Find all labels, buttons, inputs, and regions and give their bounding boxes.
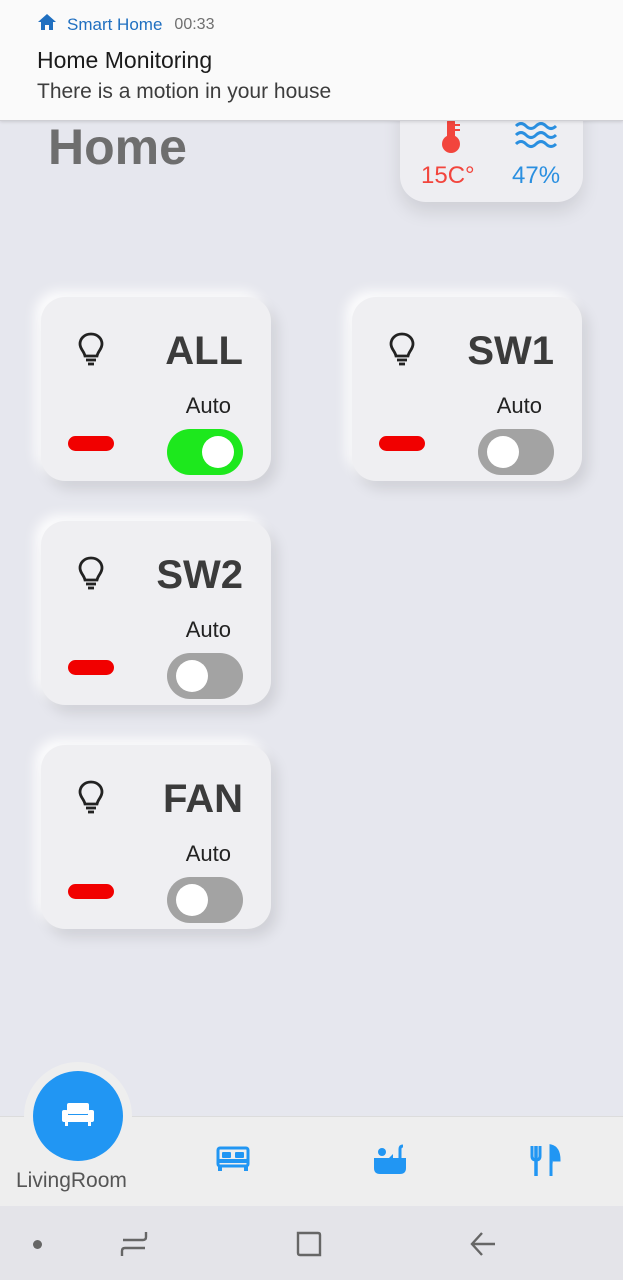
- temperature-value: 15C°: [421, 162, 475, 189]
- humidity-value: 47%: [512, 162, 561, 189]
- card-name: FAN: [163, 777, 243, 821]
- card-name: SW2: [156, 553, 243, 597]
- status-indicator: [68, 660, 114, 675]
- switch-toggle-sw1[interactable]: [478, 429, 554, 475]
- notification[interactable]: Smart Home 00:33 Home Monitoring There i…: [0, 0, 623, 121]
- water-waves-icon: [514, 120, 558, 155]
- status-indicator: [379, 436, 425, 451]
- card-mode: Auto: [185, 841, 231, 866]
- card-name: SW1: [467, 329, 554, 373]
- bed-icon[interactable]: [216, 1144, 250, 1179]
- lightbulb-icon: [77, 331, 105, 372]
- lightbulb-icon: [77, 779, 105, 820]
- notification-header: Smart Home 00:33: [37, 13, 214, 36]
- switch-card-all: ALL Auto: [41, 297, 271, 481]
- bathtub-icon[interactable]: [373, 1144, 407, 1181]
- switch-card-fan: FAN Auto: [41, 745, 271, 929]
- notification-text: There is a motion in your house: [37, 80, 332, 103]
- thermometer-icon: [438, 116, 464, 159]
- switch-toggle-sw2[interactable]: [167, 653, 243, 699]
- notification-title: Home Monitoring: [37, 47, 213, 73]
- card-mode: Auto: [185, 393, 231, 418]
- sofa-icon: [60, 1100, 96, 1133]
- home-icon: [37, 13, 57, 36]
- notification-time: 00:33: [174, 15, 215, 33]
- switch-card-sw2: SW2 Auto: [41, 521, 271, 705]
- switch-toggle-all[interactable]: [167, 429, 243, 475]
- toggle-knob: [176, 660, 208, 692]
- tab-livingroom-label: LivingRoom: [16, 1169, 127, 1192]
- notification-app-name: Smart Home: [67, 14, 163, 34]
- lightbulb-icon: [77, 555, 105, 596]
- toggle-knob: [202, 436, 234, 468]
- lightbulb-icon: [388, 331, 416, 372]
- toggle-knob: [176, 884, 208, 916]
- card-mode: Auto: [496, 393, 542, 418]
- card-name: ALL: [165, 329, 243, 373]
- status-indicator: [68, 884, 114, 899]
- home-square-icon[interactable]: [294, 1229, 324, 1264]
- back-icon[interactable]: [468, 1229, 498, 1264]
- recents-icon[interactable]: [119, 1229, 149, 1264]
- nav-dot-indicator: [33, 1240, 42, 1249]
- card-mode: Auto: [185, 617, 231, 642]
- page-title: Home: [48, 119, 187, 175]
- toggle-knob: [487, 436, 519, 468]
- status-indicator: [68, 436, 114, 451]
- switch-toggle-fan[interactable]: [167, 877, 243, 923]
- tab-livingroom[interactable]: [33, 1071, 123, 1161]
- switch-card-sw1: SW1 Auto: [352, 297, 582, 481]
- fork-knife-icon[interactable]: [529, 1144, 561, 1183]
